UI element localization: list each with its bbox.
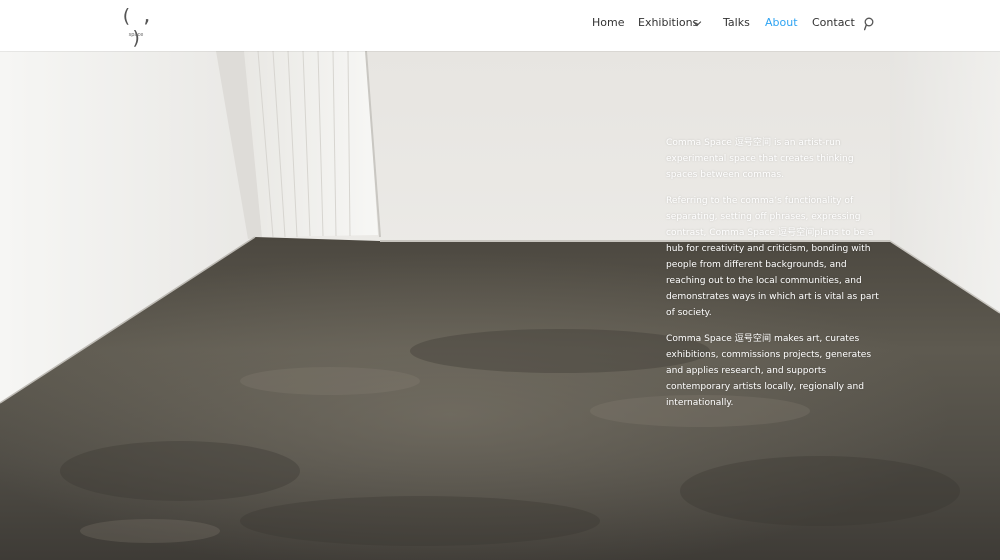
logo-subtitle: space (128, 32, 144, 38)
site-logo[interactable]: ( , ) space (118, 5, 154, 49)
about-paragraph-1: Comma Space 逗号空间 is an artist-run experi… (666, 138, 854, 180)
about-text: Comma Space 逗号空间 is an artist-run experi… (666, 135, 881, 421)
site-header: ( , ) space Home Exhibitions Talks About… (0, 0, 1000, 51)
search-icon[interactable] (864, 17, 876, 31)
nav-home[interactable]: Home (592, 16, 624, 29)
hero-image: Comma Space 逗号空间 is an artist-run experi… (0, 51, 1000, 560)
logo-mark: ( , ) (120, 5, 152, 49)
nav-about[interactable]: About (765, 16, 798, 29)
nav-exhibitions-label: Exhibitions (638, 16, 699, 29)
about-paragraph-3: Comma Space 逗号空间 makes art, curates exhi… (666, 334, 872, 408)
nav-contact[interactable]: Contact (812, 16, 855, 29)
about-paragraph-2: Referring to the comma’s functionality o… (666, 196, 879, 318)
nav-talks[interactable]: Talks (723, 16, 750, 29)
nav-exhibitions[interactable]: Exhibitions (638, 16, 702, 29)
